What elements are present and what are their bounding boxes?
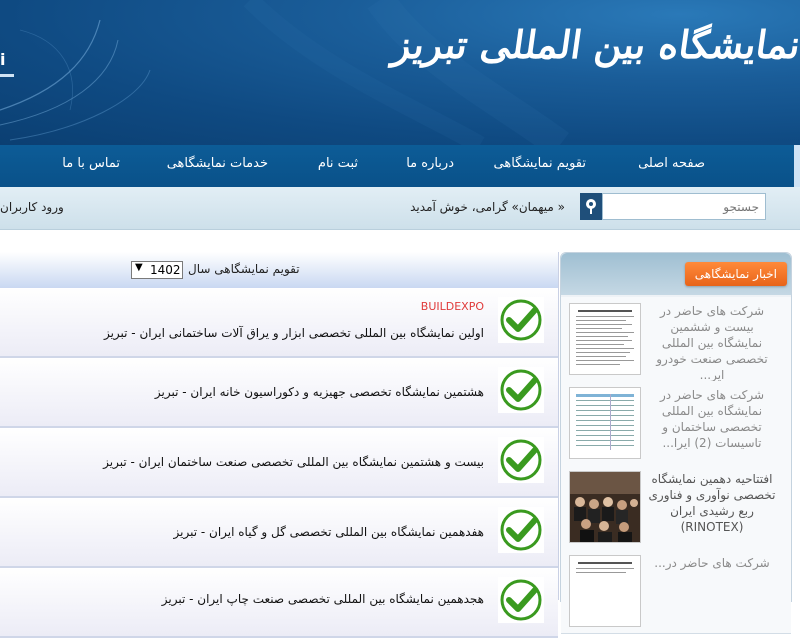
event-title[interactable]: هجدهمین نمایشگاه بین المللی تخصصی صنعت چ… xyxy=(162,592,484,606)
audience-photo-image xyxy=(570,472,640,542)
news-text[interactable]: شرکت های حاضر در نمایشگاه بین المللی تخص… xyxy=(647,387,777,451)
check-icon xyxy=(498,577,544,623)
event-row[interactable]: هجدهمین نمایشگاه بین المللی تخصصی صنعت چ… xyxy=(0,568,558,638)
news-text[interactable]: شرکت های حاضر در بیست و ششمین نمایشگاه ب… xyxy=(647,303,777,383)
event-row[interactable]: هفدهمین نمایشگاه بین المللی تخصصی گل و گ… xyxy=(0,498,558,568)
site-logo[interactable]: i xyxy=(0,40,16,130)
nav-item-register[interactable]: ثبت نام xyxy=(318,156,358,171)
calendar-title: تقویم نمایشگاهی سال xyxy=(188,262,300,276)
search-input[interactable] xyxy=(603,194,765,219)
nav-item-contact[interactable]: تماس با ما xyxy=(62,156,120,171)
check-icon xyxy=(498,437,544,483)
event-title[interactable]: اولین نمایشگاه بین المللی تخصصی ابزار و … xyxy=(104,326,484,340)
search-button[interactable] xyxy=(580,193,602,220)
event-title[interactable]: هشتمین نمایشگاه تخصصی جهیزیه و دکوراسیون… xyxy=(155,385,484,399)
search-icon xyxy=(586,199,596,214)
logo-letter: i xyxy=(0,50,6,69)
news-thumbnail[interactable] xyxy=(569,387,641,459)
news-item[interactable]: شرکت های حاضر در نمایشگاه بین المللی تخص… xyxy=(561,381,791,466)
header-banner: i نمایشگاه بین المللی تبریز xyxy=(0,0,800,145)
news-sidebar-header: اخبار نمایشگاهی xyxy=(561,253,791,295)
year-select[interactable]: 1402 ▼ xyxy=(131,261,183,279)
event-row[interactable]: BUILDEXPO اولین نمایشگاه بین المللی تخصص… xyxy=(0,288,558,358)
news-text[interactable]: افتتاحیه دهمین نمایشگاه تخصصی نوآوری و ف… xyxy=(647,471,777,535)
table-thumbnail-image xyxy=(570,388,640,458)
check-icon xyxy=(498,507,544,553)
event-row[interactable]: هشتمین نمایشگاه تخصصی جهیزیه و دکوراسیون… xyxy=(0,358,558,428)
document-thumbnail-image xyxy=(570,304,640,374)
document-thumbnail-image xyxy=(570,556,640,626)
nav-edge-accent xyxy=(794,145,800,187)
news-thumbnail[interactable] xyxy=(569,555,641,627)
news-sidebar: اخبار نمایشگاهی شرکت های حاضر در بیست و … xyxy=(560,252,792,634)
nav-item-services[interactable]: خدمات نمایشگاهی xyxy=(167,156,268,171)
news-item[interactable]: افتتاحیه دهمین نمایشگاه تخصصی نوآوری و ف… xyxy=(561,465,791,550)
event-badge: BUILDEXPO xyxy=(420,300,484,313)
login-link[interactable]: ورود کاربران xyxy=(0,200,64,214)
news-item[interactable]: شرکت های حاضر در... xyxy=(561,549,791,634)
logo-tagline xyxy=(0,74,14,77)
event-title[interactable]: هفدهمین نمایشگاه بین المللی تخصصی گل و گ… xyxy=(174,525,484,539)
nav-item-home[interactable]: صفحه اصلی xyxy=(638,156,705,171)
news-thumbnail[interactable] xyxy=(569,471,641,543)
calendar-header: تقویم نمایشگاهی سال 1402 ▼ xyxy=(0,252,558,289)
year-select-value: 1402 xyxy=(150,263,181,277)
news-item[interactable]: شرکت های حاضر در بیست و ششمین نمایشگاه ب… xyxy=(561,297,791,382)
news-thumbnail[interactable] xyxy=(569,303,641,375)
site-title: نمایشگاه بین المللی تبریز xyxy=(389,22,800,67)
check-icon xyxy=(498,297,544,343)
welcome-message: « میهمان» گرامی، خوش آمدید xyxy=(410,200,565,214)
search-box xyxy=(602,193,766,220)
calendar-panel: تقویم نمایشگاهی سال 1402 ▼ BUILDEXPO اول… xyxy=(0,252,559,638)
chevron-down-icon: ▼ xyxy=(135,262,143,273)
event-title[interactable]: بیست و هشتمین نمایشگاه بین المللی تخصصی … xyxy=(103,455,484,469)
check-icon xyxy=(498,367,544,413)
nav-item-about[interactable]: درباره ما xyxy=(406,156,454,171)
main-navigation: صفحه اصلی تقویم نمایشگاهی درباره ما ثبت … xyxy=(0,145,800,187)
event-row[interactable]: بیست و هشتمین نمایشگاه بین المللی تخصصی … xyxy=(0,428,558,498)
news-text[interactable]: شرکت های حاضر در... xyxy=(647,555,777,571)
user-bar: « میهمان» گرامی، خوش آمدید ورود کاربران xyxy=(0,187,800,230)
news-sidebar-title[interactable]: اخبار نمایشگاهی xyxy=(684,262,787,286)
nav-item-calendar[interactable]: تقویم نمایشگاهی xyxy=(494,156,586,171)
